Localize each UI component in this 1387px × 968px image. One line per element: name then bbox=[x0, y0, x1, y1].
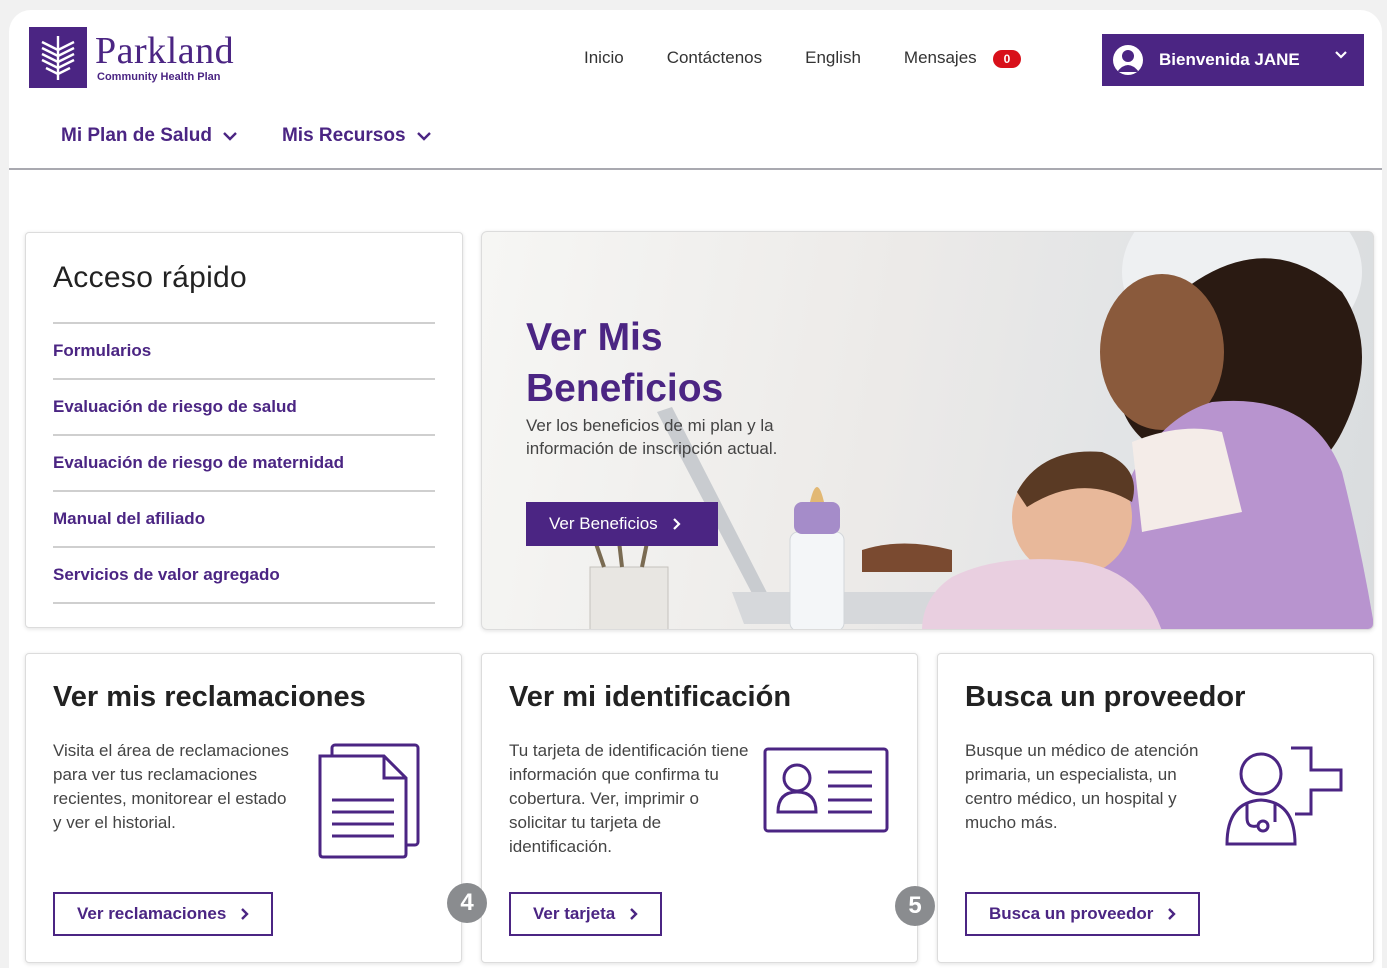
id-card-icon bbox=[763, 747, 889, 833]
nav-link-messages[interactable]: Mensajes 0 bbox=[903, 48, 1022, 68]
claims-title: Ver mis reclamaciones bbox=[53, 681, 366, 713]
messages-count-badge: 0 bbox=[992, 50, 1022, 68]
hero-description: Ver los beneficios de mi plan y la infor… bbox=[526, 416, 778, 458]
hero-title: Ver Mis Beneficios bbox=[526, 312, 723, 414]
logo-subtitle: Community Health Plan bbox=[97, 71, 221, 83]
callout-marker-4: 4 bbox=[447, 883, 487, 923]
nav-menu-resources[interactable]: Mis Recursos bbox=[282, 125, 432, 147]
view-benefits-label: Ver Beneficios bbox=[549, 514, 658, 533]
document-icon bbox=[318, 743, 420, 859]
chevron-right-icon bbox=[1168, 908, 1177, 920]
nav-menu-resources-label: Mis Recursos bbox=[281, 125, 406, 146]
chevron-right-icon bbox=[630, 908, 638, 920]
sub-nav: Mi Plan de Salud Mis Recursos bbox=[61, 125, 476, 147]
hero-title-line-2: Beneficios bbox=[526, 367, 724, 410]
quick-access-list: Formularios Evaluación de riesgo de salu… bbox=[53, 322, 435, 604]
find-provider-card: Busca un proveedor Busque un médico de a… bbox=[937, 653, 1374, 963]
view-claims-button[interactable]: Ver reclamaciones bbox=[53, 892, 274, 936]
id-card-card: Ver mi identificación Tu tarjeta de iden… bbox=[481, 653, 918, 963]
view-benefits-button[interactable]: Ver Beneficios bbox=[526, 502, 718, 546]
nav-link-language[interactable]: English bbox=[805, 48, 861, 68]
quick-link-member-handbook[interactable]: Manual del afiliado bbox=[53, 492, 435, 548]
quick-link-forms[interactable]: Formularios bbox=[53, 324, 435, 380]
benefits-hero-banner: Ver Mis Beneficios Ver los beneficios de… bbox=[481, 231, 1374, 630]
doctor-plus-icon bbox=[1225, 746, 1343, 846]
find-provider-description: Busque un médico de atención primaria, u… bbox=[965, 741, 1199, 832]
view-card-label: Ver tarjeta bbox=[533, 904, 616, 923]
nav-link-contact[interactable]: Contáctenos bbox=[667, 48, 762, 68]
user-avatar-icon bbox=[1113, 45, 1143, 75]
parkland-logo[interactable]: Parkland Community Health Plan bbox=[29, 27, 234, 88]
find-provider-label: Busca un proveedor bbox=[989, 904, 1154, 923]
chevron-down-icon bbox=[223, 132, 237, 141]
claims-card: Ver mis reclamaciones Visita el área de … bbox=[25, 653, 462, 963]
top-nav: Inicio Contáctenos English Mensajes 0 bbox=[584, 48, 1022, 68]
view-claims-label: Ver reclamaciones bbox=[77, 904, 227, 923]
chevron-down-icon bbox=[416, 132, 431, 141]
nav-link-home[interactable]: Inicio bbox=[584, 48, 624, 68]
logo-name: Parkland bbox=[95, 30, 235, 72]
find-provider-button[interactable]: Busca un proveedor bbox=[965, 892, 1201, 936]
id-card-description: Tu tarjeta de identificación tiene infor… bbox=[509, 741, 749, 856]
callout-marker-5: 5 bbox=[895, 886, 935, 926]
hero-title-line-1: Ver Mis bbox=[526, 316, 663, 359]
messages-label: Mensajes bbox=[903, 48, 977, 67]
quick-link-maternity-risk[interactable]: Evaluación de riesgo de maternidad bbox=[53, 436, 435, 492]
quick-access-card: Acceso rápido Formularios Evaluación de … bbox=[25, 232, 463, 628]
nav-menu-health-plan[interactable]: Mi Plan de Salud bbox=[61, 125, 238, 147]
view-card-button[interactable]: Ver tarjeta bbox=[509, 892, 663, 936]
quick-access-title: Acceso rápido bbox=[53, 261, 248, 294]
id-card-title: Ver mi identificación bbox=[509, 681, 792, 713]
nav-menu-health-plan-label: Mi Plan de Salud bbox=[61, 125, 212, 146]
quick-link-value-added-services[interactable]: Servicios de valor agregado bbox=[53, 548, 435, 604]
chevron-right-icon bbox=[241, 908, 250, 920]
claims-description: Visita el área de reclamaciones para ver… bbox=[53, 741, 289, 832]
header-divider bbox=[9, 168, 1382, 170]
logo-mark-icon bbox=[29, 27, 87, 88]
user-menu-button[interactable]: Bienvenida JANE bbox=[1102, 34, 1364, 86]
find-provider-title: Busca un proveedor bbox=[965, 681, 1246, 713]
chevron-down-icon bbox=[1335, 51, 1347, 59]
quick-link-health-risk[interactable]: Evaluación de riesgo de salud bbox=[53, 380, 435, 436]
chevron-right-icon bbox=[672, 518, 681, 530]
page-frame: Parkland Community Health Plan Inicio Co… bbox=[9, 10, 1382, 968]
welcome-text: Bienvenida JANE bbox=[1159, 50, 1300, 69]
